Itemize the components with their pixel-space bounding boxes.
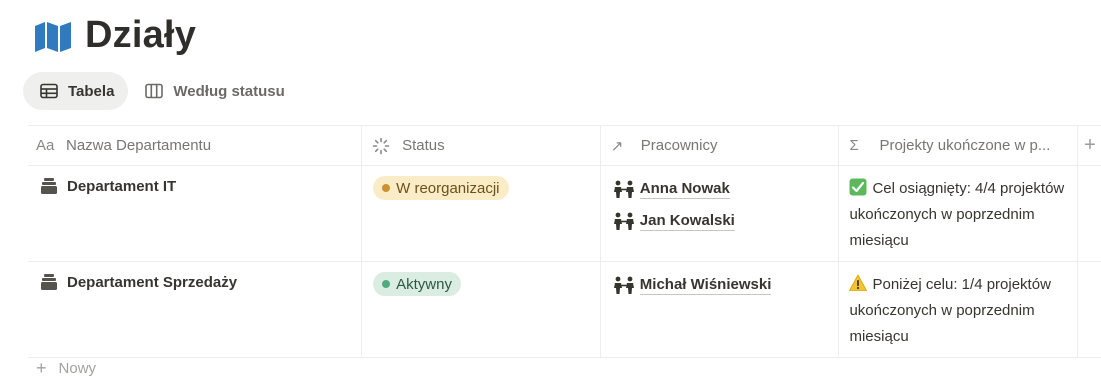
people-cell[interactable]: Michał Wiśniewski: [601, 262, 840, 357]
status-dot-icon: [382, 280, 391, 288]
table-header-row: Aa Nazwa Departamentu Status ↗ Pracownic…: [28, 125, 1101, 166]
warning-icon: [849, 274, 868, 292]
new-row-button[interactable]: + Nowy: [36, 358, 96, 379]
department-name: Departament Sprzedaży: [67, 274, 238, 291]
name-cell[interactable]: Departament Sprzedaży: [28, 262, 363, 357]
status-label: Aktywny: [396, 275, 452, 293]
table-icon: [39, 81, 59, 101]
tab-board-label: Według statusu: [173, 82, 285, 100]
text-type-icon: Aa: [36, 137, 55, 154]
empty-cell: [1078, 262, 1101, 357]
person-link[interactable]: Jan Kowalski: [612, 208, 839, 234]
person-name: Anna Nowak: [639, 179, 730, 199]
person-name: Michał Wiśniewski: [639, 275, 772, 295]
column-header-label: Projekty ukończone w p...: [879, 137, 1051, 154]
column-header-people[interactable]: ↗ Pracownicy: [601, 126, 840, 165]
table-row: Departament IT W reorganizacji Anna Nowa…: [28, 166, 1101, 262]
summary-cell[interactable]: Cel osiągnięty: 4/4 projektów ukończonyc…: [839, 166, 1079, 261]
plus-icon: +: [36, 358, 47, 378]
page-header: Działy: [33, 14, 196, 57]
department-name: Departament IT: [67, 178, 177, 195]
database-table: Aa Nazwa Departamentu Status ↗ Pracownic…: [28, 125, 1101, 358]
check-mark-button-icon: [849, 178, 867, 196]
status-label: W reorganizacji: [396, 179, 500, 197]
status-dot-icon: [382, 184, 391, 192]
people-cell[interactable]: Anna Nowak Jan Kowalski: [601, 166, 840, 261]
person-name: Jan Kowalski: [639, 211, 735, 231]
person-link[interactable]: Michał Wiśniewski: [612, 272, 839, 298]
status-badge: W reorganizacji: [373, 176, 509, 200]
new-row-label: Nowy: [58, 360, 97, 377]
board-icon: [144, 81, 164, 101]
archive-icon: [40, 177, 58, 195]
tab-table-view[interactable]: Tabela: [23, 72, 129, 110]
person-link[interactable]: Anna Nowak: [612, 176, 839, 202]
sigma-icon: Σ: [849, 137, 859, 154]
people-holding-hands-icon: [612, 276, 636, 294]
empty-cell: [1078, 166, 1101, 261]
map-icon[interactable]: [33, 16, 73, 56]
summary-text: Cel osiągnięty: 4/4 projektów ukończonyc…: [849, 180, 1065, 249]
column-header-name[interactable]: Aa Nazwa Departamentu: [28, 126, 363, 165]
status-spinner-icon: [372, 137, 394, 155]
column-header-label: Pracownicy: [640, 137, 718, 154]
tab-table-label: Tabela: [68, 82, 115, 100]
column-header-label: Status: [402, 137, 445, 154]
summary-cell[interactable]: Poniżej celu: 1/4 projektów ukończonych …: [839, 262, 1079, 357]
column-header-projects[interactable]: Σ Projekty ukończone w p...: [839, 126, 1079, 165]
archive-icon: [40, 273, 58, 291]
status-badge: Aktywny: [373, 272, 461, 296]
add-column-button[interactable]: +: [1078, 126, 1101, 165]
people-holding-hands-icon: [612, 180, 636, 198]
page-title[interactable]: Działy: [85, 14, 196, 57]
column-header-label: Nazwa Departamentu: [66, 137, 212, 154]
table-row: Departament Sprzedaży Aktywny Michał Wiś…: [28, 262, 1101, 358]
column-header-status[interactable]: Status: [362, 126, 601, 165]
name-cell[interactable]: Departament IT: [28, 166, 363, 261]
people-holding-hands-icon: [612, 212, 636, 230]
status-cell[interactable]: W reorganizacji: [362, 166, 601, 261]
tab-board-view[interactable]: Według statusu: [138, 72, 298, 110]
relation-arrow-icon: ↗: [610, 137, 624, 155]
status-cell[interactable]: Aktywny: [362, 262, 601, 357]
view-tabs: Tabela Według statusu: [23, 72, 299, 110]
summary-text: Poniżej celu: 1/4 projektów ukończonych …: [849, 276, 1051, 345]
